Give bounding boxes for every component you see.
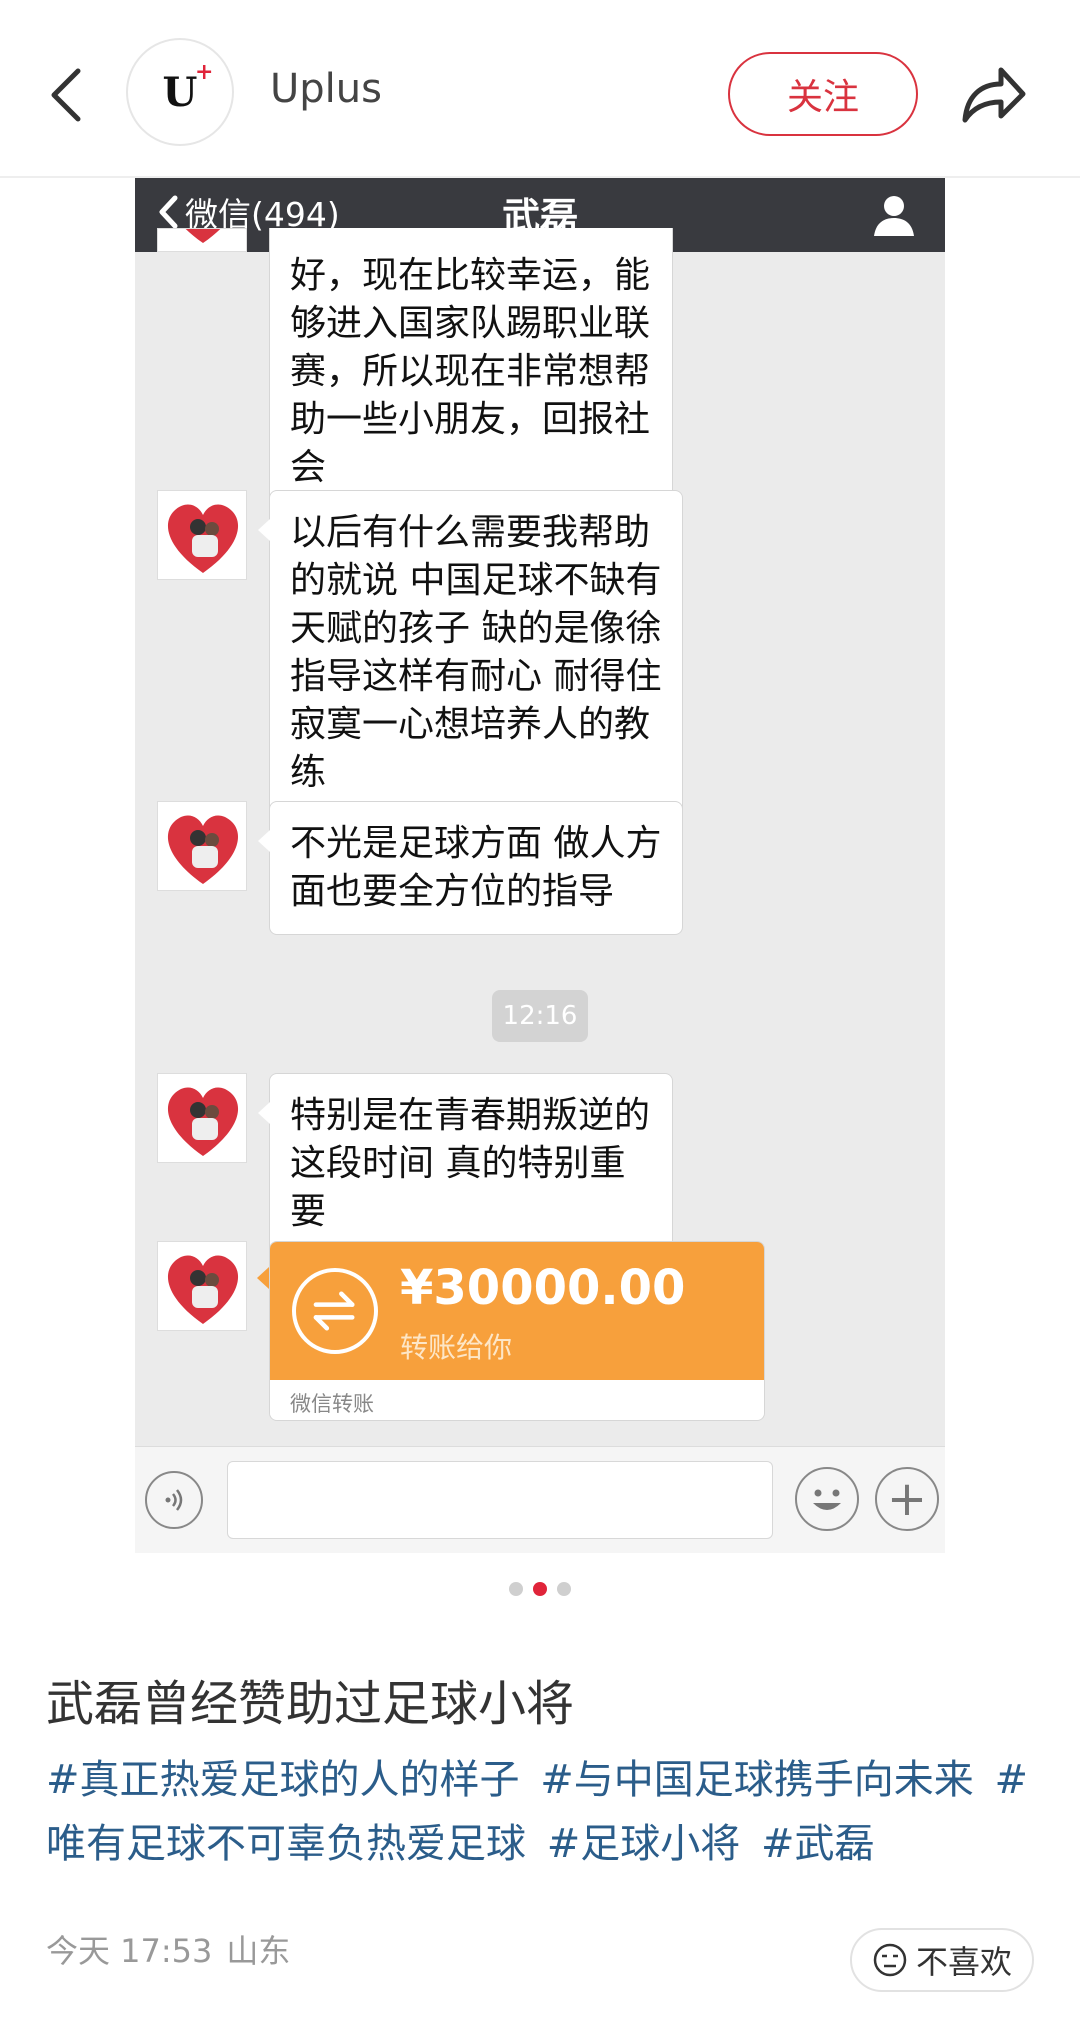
share-button[interactable] [956, 58, 1032, 130]
smiley-icon [813, 1489, 841, 1510]
transfer-card-body: ¥30000.00 转账给你 [270, 1242, 764, 1380]
voice-wave-icon [165, 1489, 183, 1511]
post-location: 山东 [226, 1932, 291, 1970]
contact-avatar [157, 490, 247, 580]
contact-avatar [157, 1073, 247, 1163]
chat-message: 以后有什么需要我帮助的就说 中国足球不缺有天赋的孩子 缺的是像徐指导这样有耐心 … [258, 490, 683, 816]
hashtag-link[interactable]: #真正热爱足球的人的样子 [46, 1757, 520, 1803]
neutral-face-icon [873, 1943, 907, 1977]
post-meta: 今天 17:53 山东 [46, 1926, 290, 1972]
transfer-arrows-icon [292, 1268, 378, 1354]
post-image[interactable]: 微信(494) 武磊 好，现在比较幸运，能够进入国家队踢职业联赛，所以现在非常想… [135, 178, 945, 1553]
chat-message: 特别是在青春期叛逆的这段时间 真的特别重要 [258, 1073, 673, 1255]
uplus-logo: U + [162, 58, 214, 116]
transfer-amount: ¥30000.00 [400, 1260, 686, 1316]
transfer-description: 转账给你 [400, 1331, 513, 1364]
contact-avatar [157, 801, 247, 891]
money-transfer-card: ¥30000.00 转账给你 微信转账 [269, 1241, 765, 1421]
post-time: 今天 17:53 [46, 1932, 213, 1970]
transfer-bubble-tail [257, 1267, 269, 1289]
author-name[interactable]: Uplus [270, 66, 382, 112]
hashtag-link[interactable]: #足球小将 [547, 1821, 741, 1867]
carousel-dot[interactable] [509, 1582, 523, 1596]
heart-avatar-icon [185, 229, 221, 243]
heart-avatar-icon [167, 504, 239, 573]
hashtag-link[interactable]: #武磊 [761, 1821, 875, 1867]
contact-avatar [157, 228, 247, 252]
dislike-label: 不喜欢 [915, 1943, 1012, 1981]
transfer-footer: 微信转账 [270, 1380, 764, 1420]
back-button[interactable] [36, 60, 96, 130]
wechat-text-field [227, 1461, 773, 1539]
emoji-button [795, 1467, 859, 1531]
carousel-dot-active[interactable] [533, 1582, 547, 1596]
author-avatar[interactable]: U + [126, 38, 234, 146]
top-bar: U + Uplus 关注 [0, 0, 1080, 178]
carousel-indicator [0, 1582, 1080, 1596]
chat-message: 不光是足球方面 做人方面也要全方位的指导 [258, 801, 683, 935]
follow-button[interactable]: 关注 [728, 52, 918, 136]
heart-avatar-icon [167, 815, 239, 884]
chat-timestamp: 12:16 [492, 990, 588, 1042]
wechat-input-bar: + [135, 1446, 945, 1553]
plus-icon: + [875, 1467, 939, 1531]
heart-avatar-icon [167, 1087, 239, 1156]
hashtag-link[interactable]: #与中国足球携手向未来 [540, 1757, 974, 1803]
voice-button [145, 1471, 203, 1529]
user-icon [874, 196, 914, 236]
contact-avatar [157, 1241, 247, 1331]
post-title: 武磊曾经赞助过足球小将 [46, 1676, 575, 1732]
dislike-button[interactable]: 不喜欢 [850, 1928, 1034, 1992]
carousel-dot[interactable] [557, 1582, 571, 1596]
hashtag-list: #真正热爱足球的人的样子 #与中国足球携手向未来 #唯有足球不可辜负热爱足球 #… [46, 1748, 1046, 1876]
chat-message: 好，现在比较幸运，能够进入国家队踢职业联赛，所以现在非常想帮助一些小朋友，回报社… [269, 228, 673, 511]
share-arrow-icon [962, 67, 1026, 123]
heart-avatar-icon [167, 1255, 239, 1324]
post-page: U + Uplus 关注 微信(494) 武磊 好，现在比较幸运，能够进入国家队… [0, 0, 1080, 2024]
chevron-left-icon [51, 68, 81, 122]
